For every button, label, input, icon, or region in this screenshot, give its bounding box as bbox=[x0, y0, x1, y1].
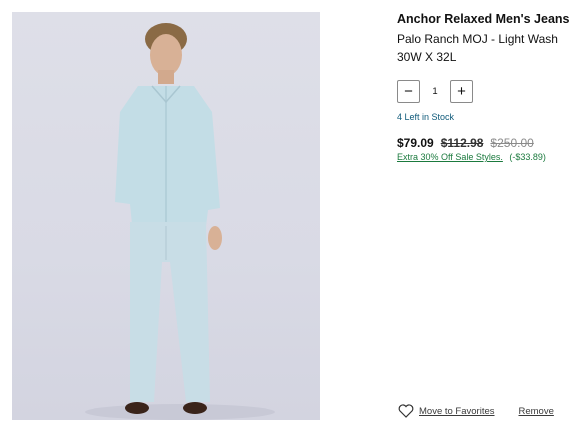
item-actions: Move to Favorites Remove bbox=[398, 404, 554, 418]
quantity-value[interactable]: 1 bbox=[420, 86, 450, 97]
increase-quantity-button[interactable]: + bbox=[450, 80, 473, 103]
price-row: $79.09 $112.98 $250.00 bbox=[397, 136, 582, 150]
promo-row: Extra 30% Off Sale Styles. (-$33.89) bbox=[397, 152, 582, 162]
move-to-favorites-link[interactable]: Move to Favorites bbox=[419, 406, 495, 417]
promo-link[interactable]: Extra 30% Off Sale Styles. bbox=[397, 152, 503, 162]
heart-icon[interactable] bbox=[398, 404, 414, 418]
product-image[interactable] bbox=[12, 12, 320, 420]
remove-link[interactable]: Remove bbox=[519, 406, 554, 417]
product-title[interactable]: Anchor Relaxed Men's Jeans bbox=[397, 10, 582, 28]
decrease-quantity-button[interactable]: − bbox=[397, 80, 420, 103]
quantity-stepper: − 1 + bbox=[397, 79, 582, 104]
stock-status: 4 Left in Stock bbox=[397, 112, 455, 122]
previous-price: $112.98 bbox=[440, 136, 484, 150]
product-variant: Palo Ranch MOJ - Light Wash bbox=[397, 32, 558, 46]
sale-price: $79.09 bbox=[397, 136, 434, 150]
product-size: 30W X 32L bbox=[397, 50, 457, 64]
model-photo bbox=[85, 23, 275, 420]
original-price: $250.00 bbox=[490, 136, 534, 150]
promo-savings: (-$33.89) bbox=[509, 152, 546, 162]
product-details: Anchor Relaxed Men's Jeans Palo Ranch MO… bbox=[397, 10, 582, 162]
